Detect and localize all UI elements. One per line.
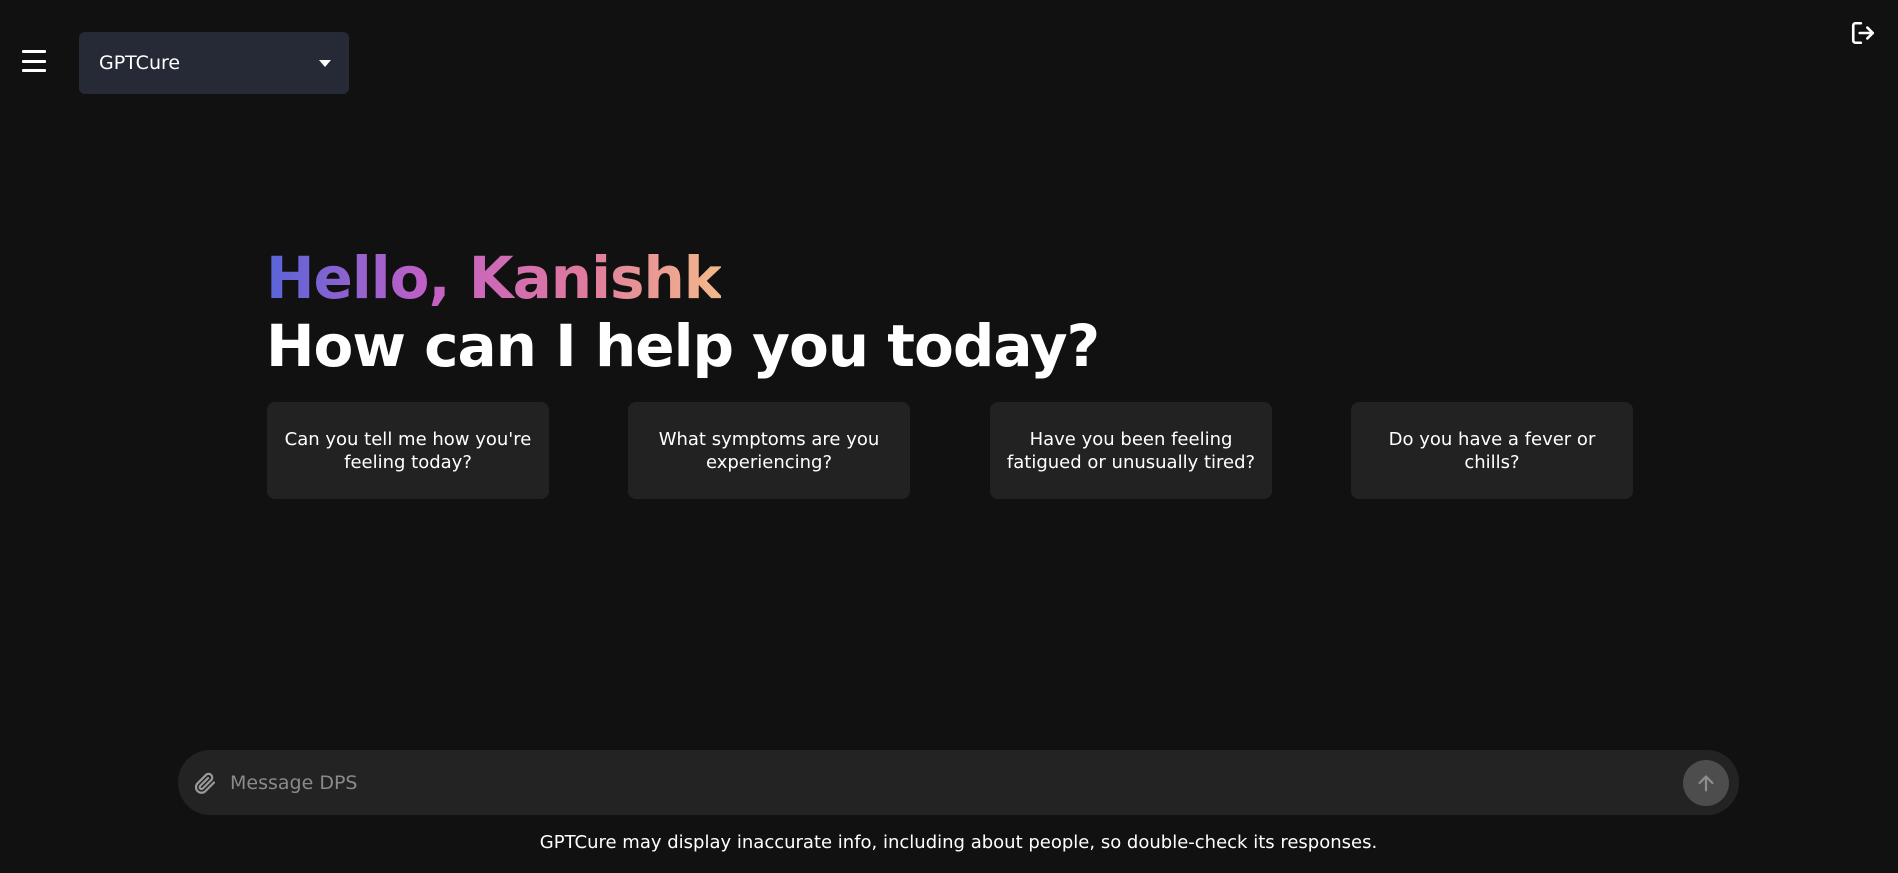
attach-button[interactable]: [190, 768, 220, 798]
message-input[interactable]: [230, 750, 1683, 815]
disclaimer-text: GPTCure may display inaccurate info, inc…: [539, 832, 1378, 853]
help-subtitle: How can I help you today?: [266, 312, 1100, 380]
menu-button[interactable]: [22, 50, 46, 72]
paperclip-icon: [194, 772, 216, 794]
suggestion-card[interactable]: What symptoms are you experiencing?: [628, 402, 910, 499]
suggestion-card[interactable]: Have you been feeling fatigued or unusua…: [990, 402, 1272, 499]
arrow-up-icon: [1698, 774, 1714, 791]
suggestion-card[interactable]: Do you have a fever or chills?: [1351, 402, 1633, 499]
logout-button[interactable]: [1850, 20, 1876, 46]
logout-icon: [1851, 21, 1875, 45]
hamburger-icon-bar: [22, 59, 46, 63]
greeting-title: Hello, Kanishk: [266, 244, 722, 312]
model-selector[interactable]: GPTCure: [79, 32, 349, 94]
message-composer: [178, 750, 1739, 815]
send-button[interactable]: [1683, 759, 1729, 806]
hamburger-icon-bar: [22, 50, 46, 53]
suggestion-card[interactable]: Can you tell me how you're feeling today…: [267, 402, 549, 499]
model-selector-label: GPTCure: [99, 52, 181, 74]
chevron-down-icon: [319, 59, 331, 67]
chat-page: GPTCure Hello, Kanishk How can I help yo…: [0, 0, 1898, 873]
hamburger-icon-bar: [22, 69, 46, 72]
